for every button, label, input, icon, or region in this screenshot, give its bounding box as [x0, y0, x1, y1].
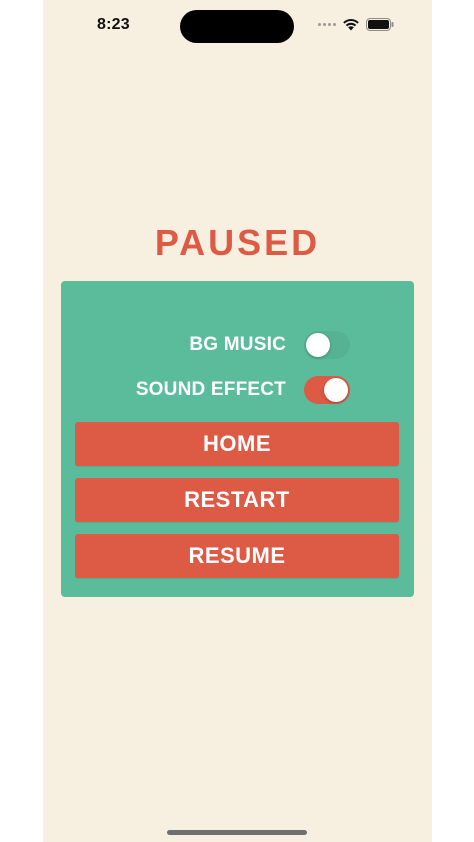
resume-button[interactable]: RESUME — [75, 534, 399, 578]
game-screen: 8:23 PAUSED BG MUSIC SOUND EFFECT HOME R… — [43, 0, 432, 842]
status-time: 8:23 — [97, 16, 130, 33]
cellular-signal-icon — [318, 23, 336, 26]
bg-music-label: BG MUSIC — [189, 334, 286, 355]
battery-icon — [366, 18, 394, 31]
home-indicator[interactable] — [167, 830, 307, 835]
sound-effect-toggle[interactable] — [304, 376, 350, 404]
restart-button[interactable]: RESTART — [75, 478, 399, 522]
bg-music-toggle[interactable] — [304, 331, 350, 359]
toggle-knob — [324, 378, 348, 402]
paused-title: PAUSED — [154, 222, 321, 263]
pause-menu-panel: BG MUSIC SOUND EFFECT HOME RESTART RESUM… — [61, 281, 414, 597]
sound-effect-setting: SOUND EFFECT — [136, 375, 350, 405]
home-button[interactable]: HOME — [75, 422, 399, 466]
status-icons — [318, 18, 394, 31]
sound-effect-label: SOUND EFFECT — [135, 379, 286, 400]
wifi-icon — [343, 19, 359, 31]
toggle-knob — [306, 333, 330, 357]
dynamic-island — [180, 10, 294, 43]
bg-music-setting: BG MUSIC — [189, 330, 350, 360]
